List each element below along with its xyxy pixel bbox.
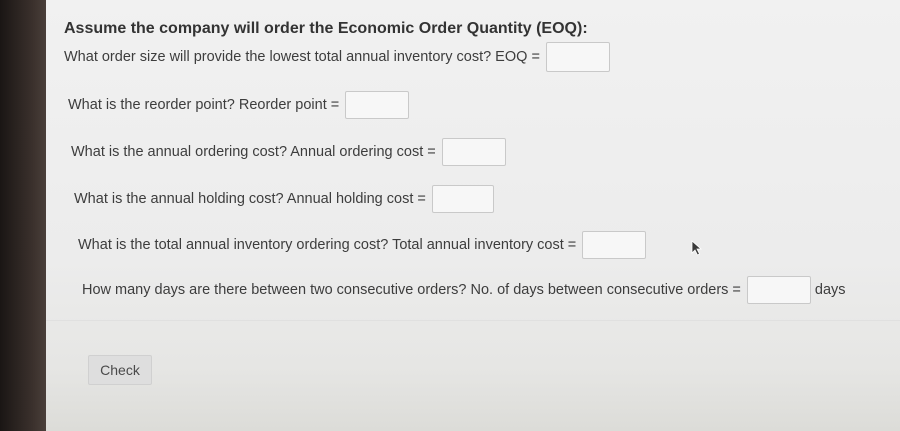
- question-label-ordering-cost: What is the annual ordering cost? Annual…: [71, 144, 436, 160]
- question-row-reorder-point: What is the reorder point? Reorder point…: [68, 91, 410, 119]
- check-button[interactable]: Check: [88, 355, 152, 385]
- answer-input-eoq[interactable]: [545, 42, 610, 72]
- question-row-total-cost: What is the total annual inventory order…: [78, 231, 647, 259]
- question-row-days-between: How many days are there between two cons…: [82, 276, 846, 304]
- monitor-bezel: [0, 0, 46, 431]
- question-label-reorder-point: What is the reorder point? Reorder point…: [68, 97, 340, 113]
- question-row-holding-cost: What is the annual holding cost? Annual …: [74, 185, 494, 213]
- question-label-days-between: How many days are there between two cons…: [82, 282, 741, 298]
- answer-input-total-cost[interactable]: [582, 231, 647, 259]
- answer-input-days-between[interactable]: [746, 276, 811, 304]
- divider: [46, 320, 900, 321]
- answer-input-holding-cost[interactable]: [431, 185, 494, 213]
- question-panel: Assume the company will order the Econom…: [46, 0, 900, 431]
- question-row-ordering-cost: What is the annual ordering cost? Annual…: [71, 138, 506, 166]
- question-row-eoq: What order size will provide the lowest …: [64, 42, 610, 72]
- mouse-pointer-icon: [691, 240, 703, 256]
- answer-input-ordering-cost[interactable]: [441, 138, 506, 166]
- unit-label-days: days: [814, 282, 846, 298]
- question-label-holding-cost: What is the annual holding cost? Annual …: [74, 191, 426, 207]
- question-label-total-cost: What is the total annual inventory order…: [78, 237, 577, 253]
- question-label-eoq: What order size will provide the lowest …: [64, 49, 540, 65]
- section-heading: Assume the company will order the Econom…: [64, 20, 588, 37]
- answer-input-reorder-point[interactable]: [345, 91, 410, 119]
